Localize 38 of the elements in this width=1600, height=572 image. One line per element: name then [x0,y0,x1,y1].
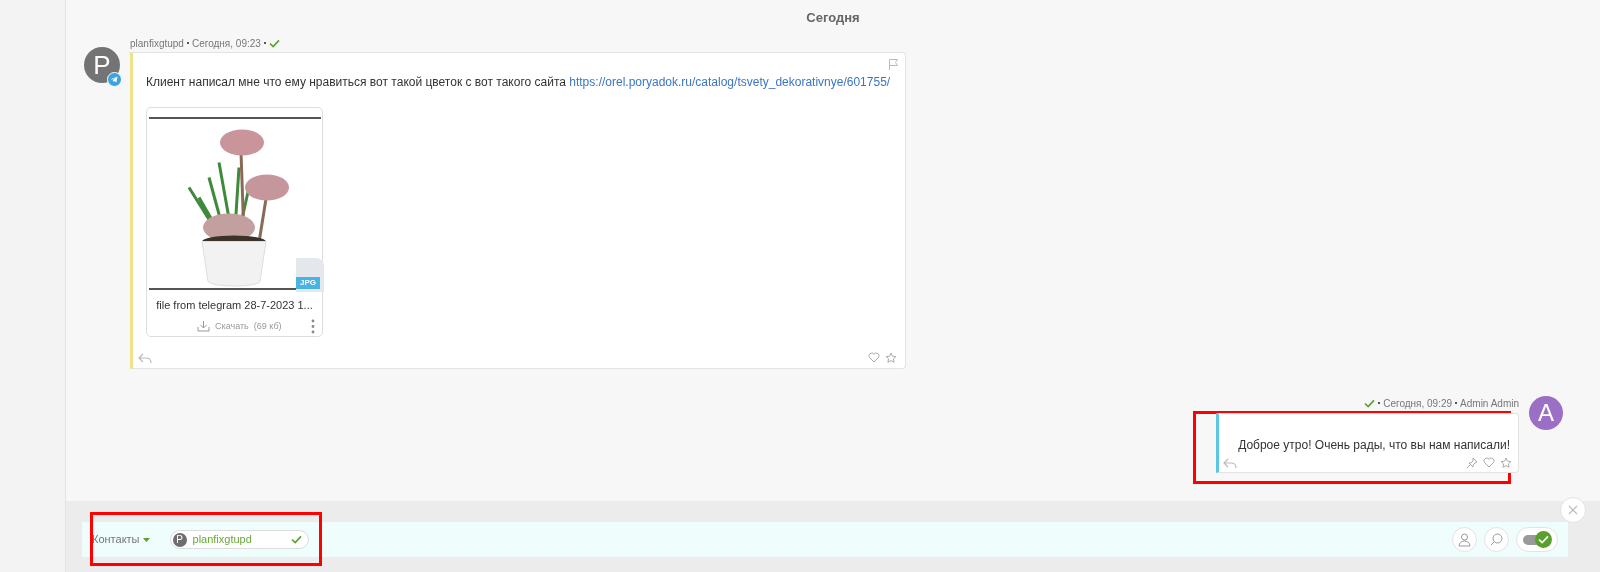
message-text: Клиент написал мне что ему нравиться вот такой цветок с вот такого сайта https://orel.poryadok.ru/catalog/tsvety_dekorativnye/601755/ [146,74,892,91]
attachment-card[interactable]: JPG file from telegram 28-7-2023 1... Скачать (69 кб) [146,107,323,337]
heart-icon[interactable] [868,352,880,363]
check-icon [1538,535,1549,544]
flag-icon[interactable] [888,58,899,71]
author-name[interactable]: Admin Admin [1460,395,1519,411]
close-icon [1568,505,1578,515]
avatar[interactable]: A [1529,396,1563,430]
toggle-switch[interactable] [1516,527,1558,552]
link[interactable]: https://orel.poryadok.ru/catalog/tsvety_dekorativnye/601755/ [569,75,891,89]
date-heading: Сегодня [806,9,860,27]
close-button[interactable] [1560,497,1586,523]
caret-icon [142,537,150,542]
pin-icon[interactable] [1466,457,1478,469]
contacts-dropdown[interactable]: Контакты [92,531,150,548]
download-link[interactable]: Скачать [215,319,249,333]
file-type-badge: JPG [296,258,324,292]
star-icon[interactable] [1500,457,1512,469]
more-icon[interactable] [311,318,315,334]
author-name[interactable]: planfixgtupd [130,35,184,51]
avatar[interactable]: P [84,47,120,83]
message-text: Доброе утро! Очень рады, что вы нам написали! [1238,437,1511,454]
user-icon [1458,532,1471,547]
heart-icon[interactable] [1483,457,1495,468]
file-name[interactable]: file from telegram 28-7-2023 1... [156,297,313,314]
search-button[interactable] [1484,527,1509,552]
contact-chip[interactable]: P planfixgtupd [169,530,309,549]
reply-icon[interactable] [138,352,152,364]
message-time: Сегодня, 09:29 [1383,396,1453,411]
download-icon[interactable] [197,320,210,333]
file-size: (69 кб) [253,319,282,333]
avatar: P [172,532,187,547]
star-icon[interactable] [885,352,897,364]
message-time: Сегодня, 09:23 [191,36,261,51]
contact-name: planfixgtupd [192,532,252,548]
user-button[interactable] [1452,527,1477,552]
reply-icon[interactable] [1223,457,1237,469]
search-icon [1490,533,1503,546]
